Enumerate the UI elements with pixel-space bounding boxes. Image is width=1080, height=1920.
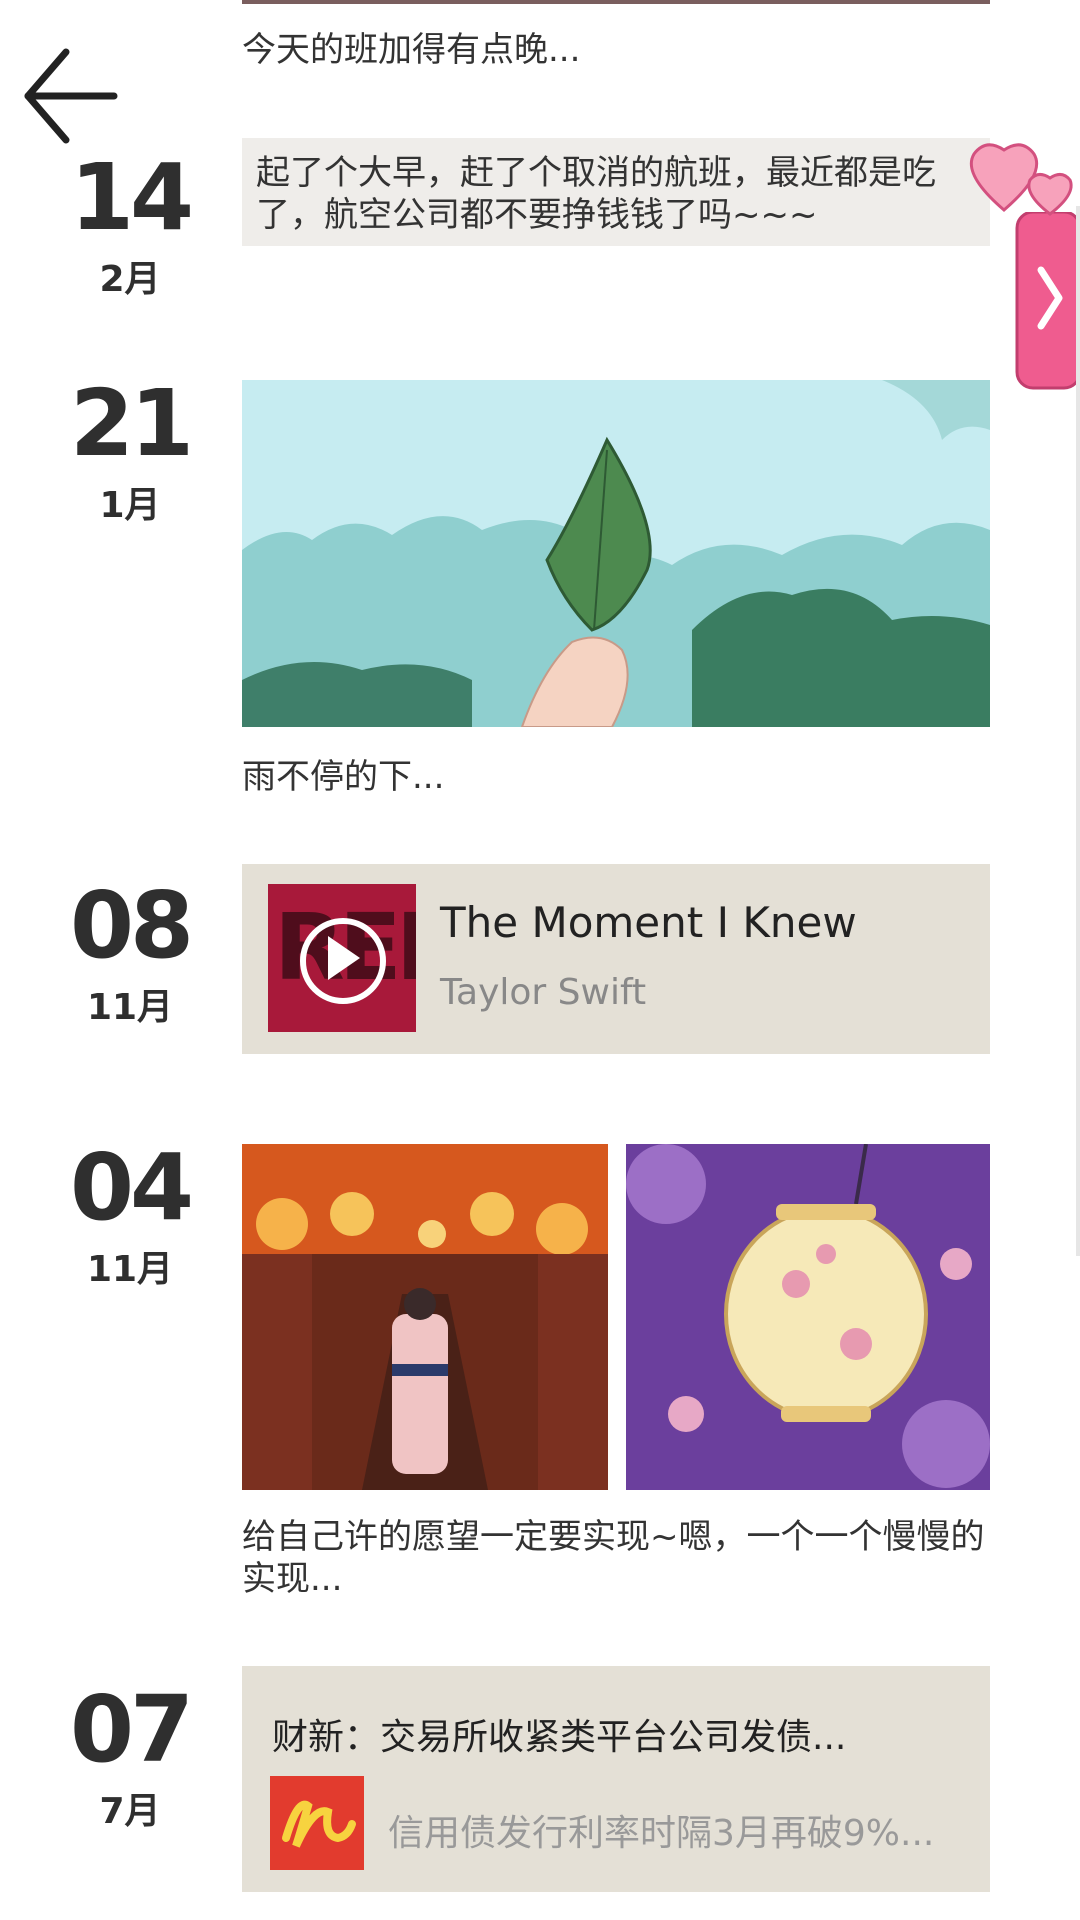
chevron-right-icon — [1015, 210, 1080, 390]
timeline-screen: 今天的班加得有点晚... 14 2月 起了个大早，赶了个取消的航班，最近都是吃了… — [0, 0, 1080, 1920]
post-caption: 雨不停的下... — [242, 757, 445, 797]
news-description: 信用债发行利率时隔3月再破9%... — [388, 1813, 935, 1854]
back-button[interactable] — [22, 44, 118, 148]
date-month: 2月 — [99, 259, 161, 300]
date-day: 07 — [69, 1676, 194, 1783]
post-date: 21 1月 — [60, 378, 200, 528]
leaf-photo[interactable] — [242, 380, 990, 727]
song-artist: Taylor Swift — [440, 972, 647, 1013]
post-text: 起了个大早，赶了个取消的航班，最近都是吃了，航空公司都不要挣钱钱了吗~~~ — [256, 153, 936, 235]
date-day: 04 — [69, 1134, 194, 1241]
lantern-illustration — [626, 1144, 990, 1490]
leaf-illustration — [242, 380, 990, 727]
post-caption: 给自己许的愿望一定要实现~嗯，一个一个慢慢的实现... — [242, 1517, 985, 1599]
text-post-card[interactable]: 起了个大早，赶了个取消的航班，最近都是吃了，航空公司都不要挣钱钱了吗~~~ — [242, 138, 990, 246]
date-month: 11月 — [86, 1249, 174, 1290]
post-caption: 今天的班加得有点晚... — [242, 30, 581, 70]
play-icon — [328, 936, 360, 980]
date-day: 21 — [69, 370, 194, 477]
lantern-street-photo[interactable] — [242, 1144, 608, 1490]
album-cover[interactable]: RED — [268, 884, 416, 1032]
news-logo — [270, 1776, 364, 1870]
post-date: 14 2月 — [60, 152, 200, 302]
date-month: 1月 — [99, 485, 161, 526]
news-logo-icon — [282, 1800, 356, 1848]
date-month: 11月 — [86, 987, 174, 1028]
post-date: 08 11月 — [60, 880, 200, 1030]
cherry-lantern-photo[interactable] — [626, 1144, 990, 1490]
kimono-illustration — [242, 1144, 608, 1490]
news-share-card[interactable]: 财新：交易所收紧类平台公司发债... 信用债发行利率时隔3月再破9%... — [242, 1666, 990, 1892]
post-date: 07 7月 — [60, 1684, 200, 1834]
date-day: 14 — [69, 144, 194, 251]
heart-decoration-icon — [969, 143, 1073, 216]
date-day: 08 — [69, 872, 194, 979]
date-month: 7月 — [99, 1791, 161, 1832]
back-arrow-icon — [24, 48, 118, 144]
side-drawer-tab[interactable] — [1015, 210, 1080, 392]
previous-post-image-edge[interactable] — [242, 0, 990, 4]
news-title: 财新：交易所收紧类平台公司发债... — [272, 1717, 847, 1758]
music-card[interactable]: RED The Moment I Knew Taylor Swift — [242, 864, 990, 1054]
scrollbar-track[interactable] — [1076, 206, 1080, 1256]
song-title: The Moment I Knew — [440, 898, 857, 947]
post-date: 04 11月 — [60, 1142, 200, 1292]
